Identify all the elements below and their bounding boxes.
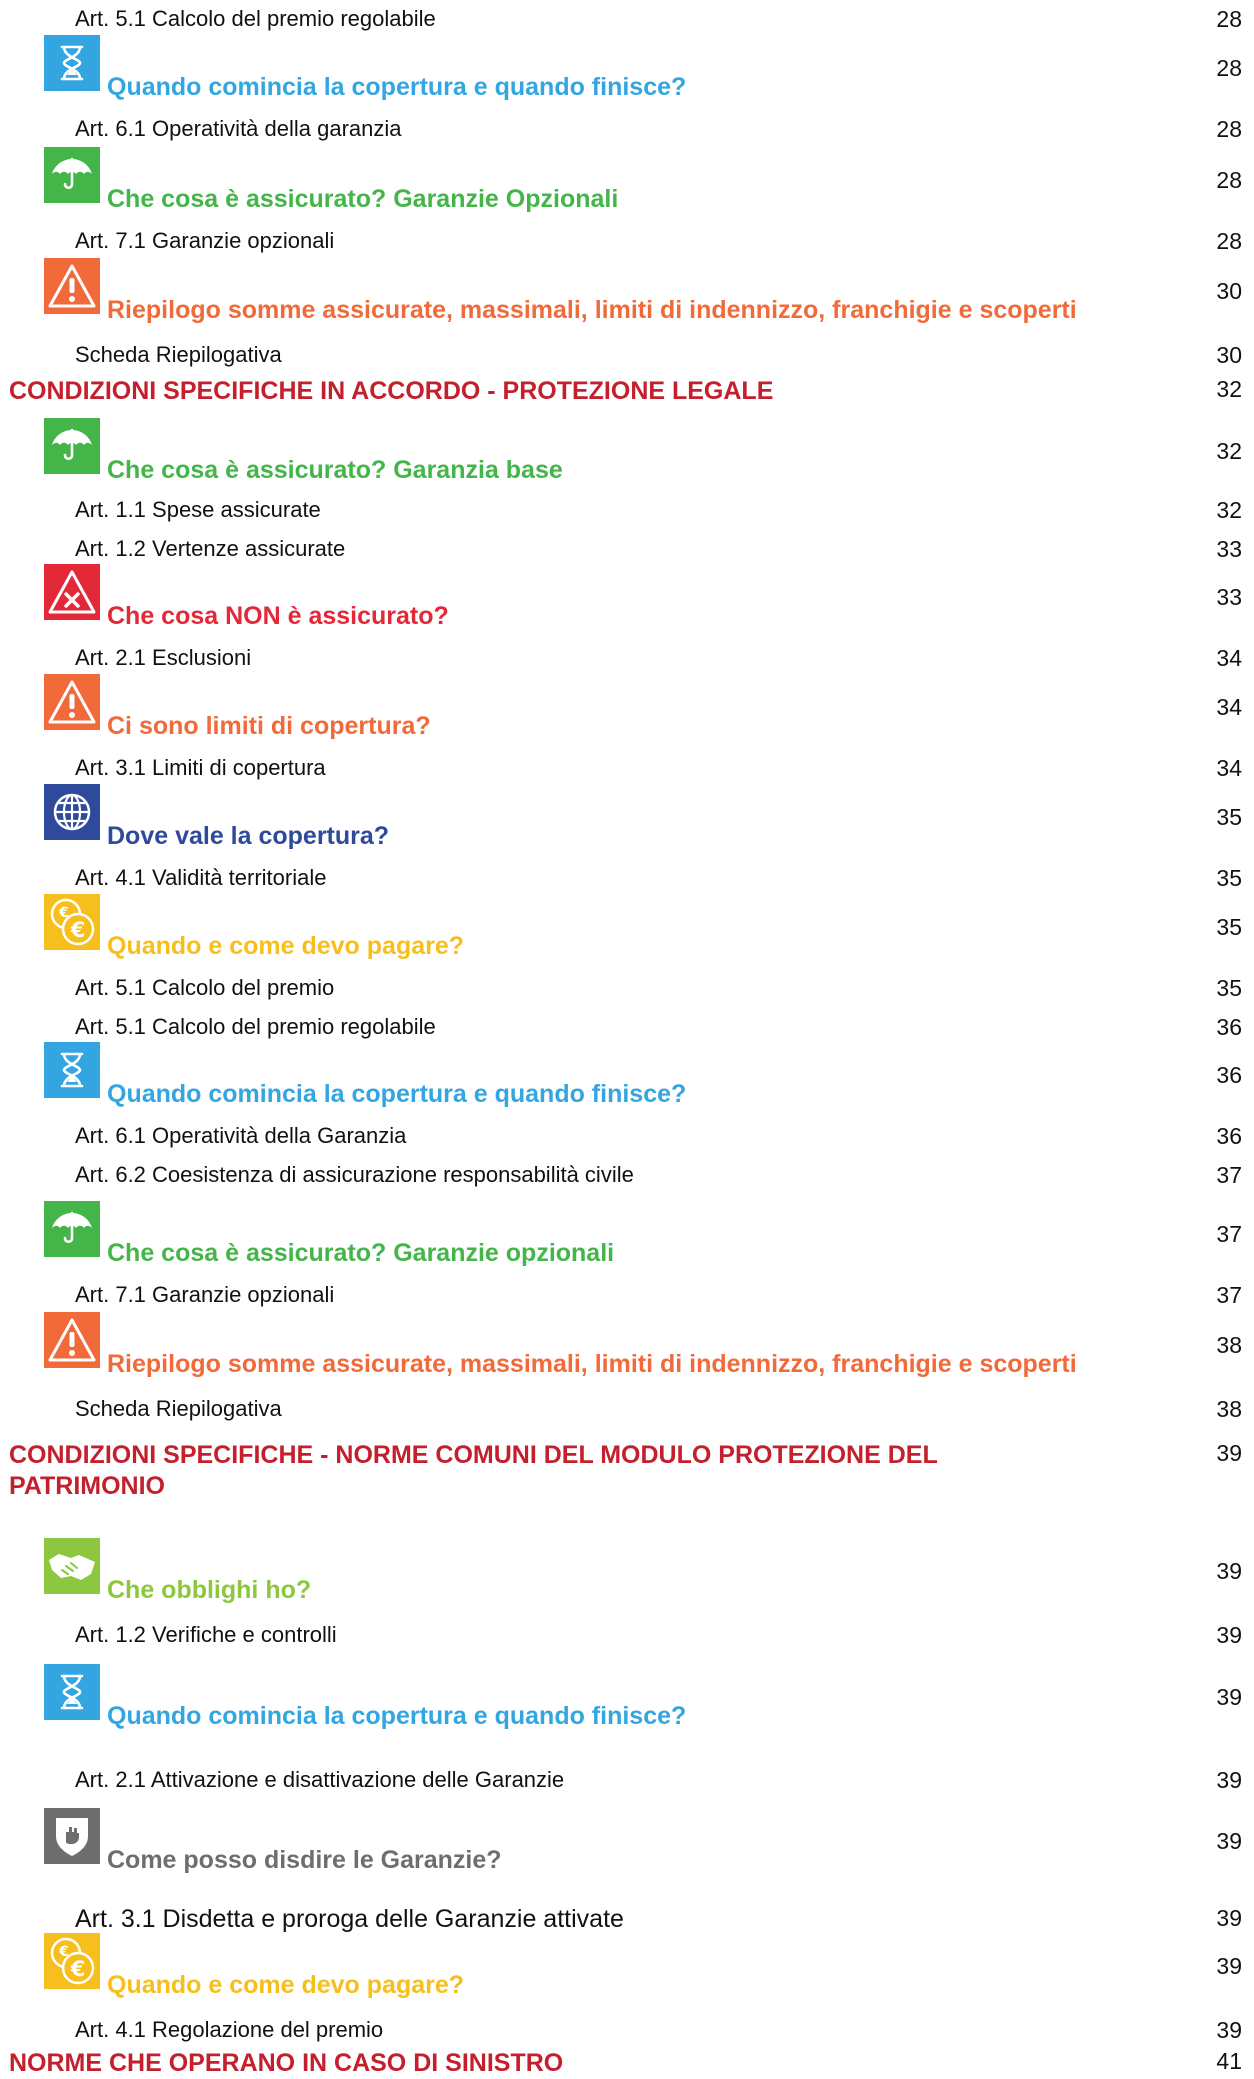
umbrella-icon	[44, 147, 100, 203]
toc-section-heading[interactable]: Dove vale la copertura?	[107, 822, 389, 851]
page-number: 39	[1216, 1953, 1242, 1979]
shield-icon	[44, 1808, 100, 1864]
page-number: 39	[1216, 2017, 1242, 2043]
toc-chapter-heading[interactable]: CONDIZIONI SPECIFICHE - NORME COMUNI DEL…	[9, 1440, 1019, 1502]
toc-article-entry[interactable]: Art. 5.1 Calcolo del premio regolabile	[75, 1014, 436, 1040]
toc-section-heading[interactable]: Riepilogo somme assicurate, massimali, l…	[107, 1350, 1077, 1379]
toc-chapter-heading[interactable]: NORME CHE OPERANO IN CASO DI SINISTRO	[9, 2048, 1159, 2079]
hourglass-icon	[44, 35, 100, 91]
page-number: 35	[1216, 975, 1242, 1001]
page-number: 35	[1216, 804, 1242, 830]
page-number: 30	[1216, 278, 1242, 304]
toc-article-entry[interactable]: Art. 6.2 Coesistenza di assicurazione re…	[75, 1162, 634, 1188]
toc-section-heading[interactable]: Come posso disdire le Garanzie?	[107, 1846, 502, 1875]
toc-article-entry[interactable]: Scheda Riepilogativa	[75, 1396, 282, 1422]
page-number: 36	[1216, 1123, 1242, 1149]
toc-article-entry[interactable]: Art. 1.2 Verifiche e controlli	[75, 1622, 337, 1648]
toc-article-entry[interactable]: Art. 7.1 Garanzie opzionali	[75, 1282, 334, 1308]
hourglass-icon	[44, 1664, 100, 1720]
page-number: 32	[1216, 438, 1242, 464]
page-number: 35	[1216, 914, 1242, 940]
toc-section-heading[interactable]: Quando comincia la copertura e quando fi…	[107, 1080, 686, 1109]
page-number: 30	[1216, 342, 1242, 368]
toc-article-entry[interactable]: Art. 4.1 Validità territoriale	[75, 865, 326, 891]
page-number: 34	[1216, 645, 1242, 671]
page-number: 39	[1216, 1767, 1242, 1793]
page-number: 38	[1216, 1332, 1242, 1358]
page-number: 39	[1216, 1684, 1242, 1710]
page-number: 32	[1216, 376, 1242, 402]
page-number: 34	[1216, 694, 1242, 720]
toc-article-entry[interactable]: Art. 4.1 Regolazione del premio	[75, 2017, 383, 2043]
coins-icon: € €	[44, 894, 100, 950]
toc-section-heading[interactable]: Quando comincia la copertura e quando fi…	[107, 1702, 686, 1731]
toc-section-heading[interactable]: Che cosa NON è assicurato?	[107, 602, 449, 631]
svg-text:€: €	[58, 905, 69, 921]
toc-article-entry[interactable]: Art. 1.1 Spese assicurate	[75, 497, 321, 523]
page-number: 37	[1216, 1162, 1242, 1188]
toc-section-heading[interactable]: Che obblighi ho?	[107, 1576, 311, 1605]
globe-icon	[44, 784, 100, 840]
hourglass-icon	[44, 1042, 100, 1098]
svg-text:€: €	[70, 1957, 86, 1981]
warning-icon	[44, 674, 100, 730]
page-number: 32	[1216, 497, 1242, 523]
exclusion-icon	[44, 564, 100, 620]
warning-icon	[44, 1312, 100, 1368]
toc-article-entry[interactable]: Art. 6.1 Operatività della Garanzia	[75, 1123, 406, 1149]
toc-article-entry[interactable]: Art. 6.1 Operatività della garanzia	[75, 116, 402, 142]
page-number: 33	[1216, 536, 1242, 562]
page-number: 39	[1216, 1622, 1242, 1648]
coins-icon: € €	[44, 1933, 100, 1989]
page-number: 34	[1216, 755, 1242, 781]
page-number: 35	[1216, 865, 1242, 891]
toc-section-heading[interactable]: Quando comincia la copertura e quando fi…	[107, 73, 686, 102]
page-number: 39	[1216, 1828, 1242, 1854]
toc-article-entry[interactable]: Art. 7.1 Garanzie opzionali	[75, 228, 334, 254]
toc-article-entry[interactable]: Art. 5.1 Calcolo del premio	[75, 975, 334, 1001]
toc-article-entry[interactable]: Art. 1.2 Vertenze assicurate	[75, 536, 345, 562]
page-number: 37	[1216, 1221, 1242, 1247]
toc-section-heading[interactable]: Quando e come devo pagare?	[107, 932, 464, 961]
page-number: 28	[1216, 228, 1242, 254]
toc-article-entry[interactable]: Art. 2.1 Esclusioni	[75, 645, 251, 671]
toc-article-entry[interactable]: Art. 3.1 Limiti di copertura	[75, 755, 326, 781]
toc-section-heading[interactable]: Che cosa è assicurato? Garanzia base	[107, 456, 563, 485]
page-number: 36	[1216, 1014, 1242, 1040]
page-number: 41	[1216, 2048, 1242, 2074]
umbrella-icon	[44, 418, 100, 474]
toc-section-heading[interactable]: Ci sono limiti di copertura?	[107, 712, 431, 741]
page-number: 39	[1216, 1558, 1242, 1584]
toc-section-heading[interactable]: Che cosa è assicurato? Garanzie opzional…	[107, 1239, 614, 1268]
svg-text:€: €	[70, 918, 86, 942]
page-number: 28	[1216, 167, 1242, 193]
toc-article-entry[interactable]: Art. 5.1 Calcolo del premio regolabile	[75, 6, 436, 32]
toc-article-entry[interactable]: Art. 3.1 Disdetta e proroga delle Garanz…	[75, 1905, 624, 1934]
page-number: 28	[1216, 6, 1242, 32]
toc-article-entry[interactable]: Art. 2.1 Attivazione e disattivazione de…	[75, 1767, 564, 1793]
toc-chapter-heading[interactable]: CONDIZIONI SPECIFICHE IN ACCORDO - PROTE…	[9, 376, 1159, 407]
warning-icon	[44, 258, 100, 314]
handshake-icon	[44, 1538, 100, 1594]
toc-section-heading[interactable]: Quando e come devo pagare?	[107, 1971, 464, 2000]
page-number: 36	[1216, 1062, 1242, 1088]
page-number: 38	[1216, 1396, 1242, 1422]
page-number: 33	[1216, 584, 1242, 610]
toc-section-heading[interactable]: Che cosa è assicurato? Garanzie Opzional…	[107, 185, 618, 214]
umbrella-icon	[44, 1201, 100, 1257]
page-number: 37	[1216, 1282, 1242, 1308]
page-number: 28	[1216, 116, 1242, 142]
page-number: 39	[1216, 1905, 1242, 1931]
toc-article-entry[interactable]: Scheda Riepilogativa	[75, 342, 282, 368]
svg-text:€: €	[58, 1944, 69, 1960]
page-number: 39	[1216, 1440, 1242, 1466]
page-number: 28	[1216, 55, 1242, 81]
toc-section-heading[interactable]: Riepilogo somme assicurate, massimali, l…	[107, 296, 1077, 325]
